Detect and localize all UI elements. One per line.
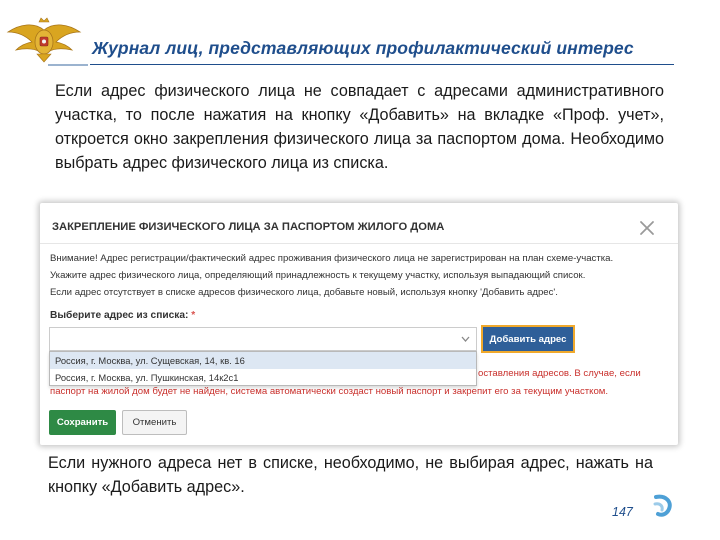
address-binding-dialog: ЗАКРЕПЛЕНИЕ ФИЗИЧЕСКОГО ЛИЦА ЗА ПАСПОРТО… (40, 203, 678, 445)
address-field-label: Выберите адрес из списка: * (50, 310, 196, 321)
info-text: оставления адресов. В случае, если (478, 368, 641, 379)
address-option[interactable]: Россия, г. Москва, ул. Пушкинская, 14к2с… (50, 369, 476, 386)
save-button[interactable]: Сохранить (49, 410, 116, 435)
warning-line: Внимание! Адрес регистрации/фактический … (50, 253, 614, 264)
required-mark: * (191, 310, 196, 321)
warning-line: Укажите адрес физического лица, определя… (50, 270, 586, 281)
outro-text: Если нужного адреса нет в списке, необхо… (48, 454, 653, 496)
emblem-icon (6, 17, 82, 63)
address-dropdown-list: Россия, г. Москва, ул. Сущевская, 14, кв… (49, 351, 477, 386)
dialog-title: ЗАКРЕПЛЕНИЕ ФИЗИЧЕСКОГО ЛИЦА ЗА ПАСПОРТО… (52, 221, 445, 233)
cancel-button[interactable]: Отменить (122, 410, 187, 435)
warning-line: Если адрес отсутствует в списке адресов … (50, 287, 558, 298)
title-rule (90, 64, 674, 65)
page-swirl-icon (653, 494, 672, 517)
chevron-down-icon (461, 336, 470, 342)
address-select[interactable] (49, 327, 477, 351)
add-address-button[interactable]: Добавить адрес (481, 325, 575, 353)
info-text: паспорт на жилой дом будет не найден, си… (50, 386, 609, 397)
page-number: 147 (612, 505, 633, 519)
intro-text: Если адрес физического лица не совпадает… (55, 82, 664, 172)
slide-title: Журнал лиц, представляющих профилактичес… (92, 38, 634, 58)
dialog-separator (40, 243, 678, 244)
address-option[interactable]: Россия, г. Москва, ул. Сущевская, 14, кв… (50, 352, 476, 369)
close-icon[interactable] (638, 219, 656, 237)
title-rule-left (48, 64, 88, 66)
